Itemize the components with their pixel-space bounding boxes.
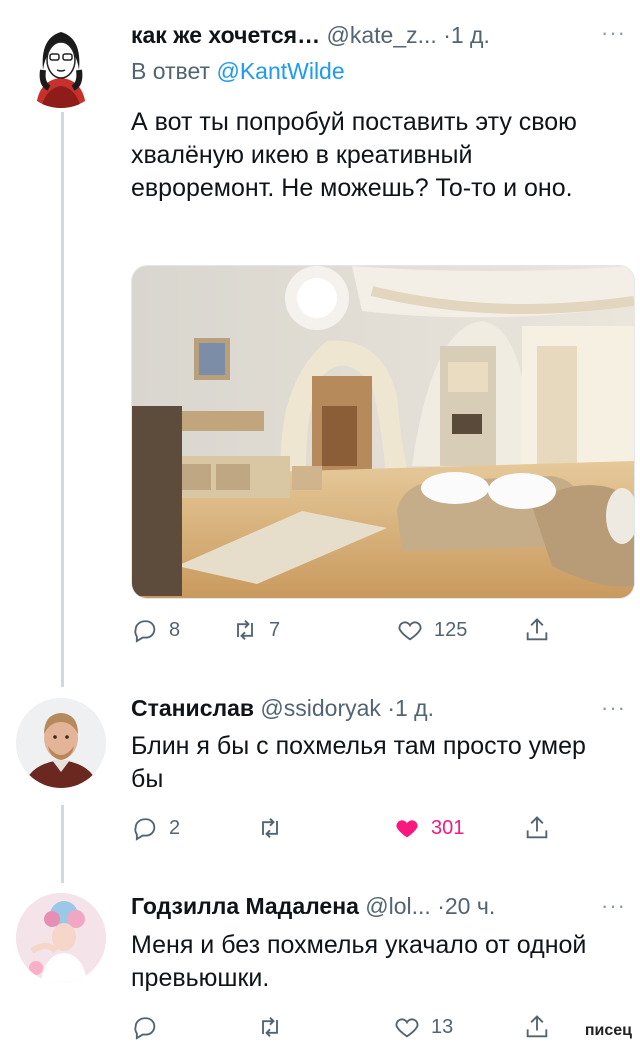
like-button[interactable]: 13 <box>393 1013 453 1041</box>
author-name[interactable]: Годзилла Мадалена <box>131 893 359 919</box>
share-button[interactable] <box>523 814 551 842</box>
retweet-button[interactable]: 7 <box>231 616 280 644</box>
share-button[interactable] <box>523 1013 551 1041</box>
more-options-icon[interactable]: ··· <box>601 893 626 919</box>
share-icon <box>526 816 548 839</box>
retweet-icon <box>237 620 253 640</box>
tweet-header: Годзилла Мадалена @lol... ·20 ч. <box>131 893 620 920</box>
author-handle[interactable]: @ssidoryak <box>260 695 381 721</box>
reply-icon <box>134 620 156 643</box>
heart-icon <box>395 1018 419 1038</box>
reply-button[interactable] <box>131 1013 169 1041</box>
tweet-photo[interactable] <box>131 265 635 599</box>
retweet-count: 7 <box>269 618 281 641</box>
heart-icon <box>398 621 422 641</box>
like-button[interactable]: 125 <box>396 616 467 644</box>
tweet-text: Меня и без похмелья укачало от одной пре… <box>131 931 587 992</box>
reply-count: 8 <box>169 618 181 641</box>
like-count: 13 <box>431 1015 454 1038</box>
tweet-actions: 13 <box>131 1013 620 1047</box>
avatar-kate[interactable] <box>16 18 106 108</box>
reply-button[interactable]: 8 <box>131 616 180 644</box>
share-icon <box>526 618 548 641</box>
tweet-3[interactable]: Годзилла Мадалена @lol... ·20 ч. ··· Мен… <box>0 885 640 1046</box>
timestamp[interactable]: ·1 д. <box>443 22 490 48</box>
tweet-text: Блин я бы с похмелья там просто умер бы <box>131 732 586 793</box>
retweet-icon <box>262 818 278 838</box>
retweet-button[interactable] <box>256 1013 294 1041</box>
tweet-actions: 8 7 125 <box>131 616 620 650</box>
reply-button[interactable]: 2 <box>131 814 180 842</box>
like-button[interactable]: 301 <box>393 814 464 842</box>
retweet-icon <box>262 1017 278 1037</box>
tweet-header: Станислав @ssidoryak ·1 д. <box>131 695 620 722</box>
reply-icon <box>134 1017 156 1040</box>
timestamp[interactable]: ·1 д. <box>387 695 434 721</box>
reply-to-handle[interactable]: @KantWilde <box>216 58 344 84</box>
heart-filled-icon <box>396 820 418 838</box>
tweet-text: А вот ты попробуй поставить эту свою хва… <box>131 108 577 202</box>
tweet-1[interactable]: как же хочется… @kate_z... ·1 д. ··· В о… <box>0 0 640 680</box>
author-handle[interactable]: @kate_z... <box>327 22 437 48</box>
tweet-2[interactable]: Станислав @ssidoryak ·1 д. ··· Блин я бы… <box>0 690 640 870</box>
retweet-button[interactable] <box>256 814 294 842</box>
author-name[interactable]: как же хочется… <box>131 22 320 48</box>
tweet-header: как же хочется… @kate_z... ·1 д. <box>131 22 620 49</box>
like-count: 301 <box>431 816 465 839</box>
timestamp[interactable]: ·20 ч. <box>437 893 495 919</box>
like-count: 125 <box>434 618 468 641</box>
avatar-stanislav[interactable] <box>16 698 106 788</box>
reply-icon <box>134 818 156 841</box>
share-button[interactable] <box>523 616 551 644</box>
reply-count: 2 <box>169 816 181 839</box>
reply-to-prefix: В ответ <box>131 58 211 84</box>
more-options-icon[interactable]: ··· <box>601 695 626 721</box>
living-room-photo <box>132 266 634 598</box>
site-watermark: писец <box>584 1022 632 1039</box>
share-icon <box>526 1015 548 1038</box>
tweet-actions: 2 301 <box>131 814 620 848</box>
author-handle[interactable]: @lol... <box>365 893 431 919</box>
avatar-godzilla[interactable] <box>16 893 106 983</box>
reply-to-line: В ответ @KantWilde <box>131 58 345 85</box>
author-name[interactable]: Станислав <box>131 695 254 721</box>
more-options-icon[interactable]: ··· <box>601 20 626 46</box>
